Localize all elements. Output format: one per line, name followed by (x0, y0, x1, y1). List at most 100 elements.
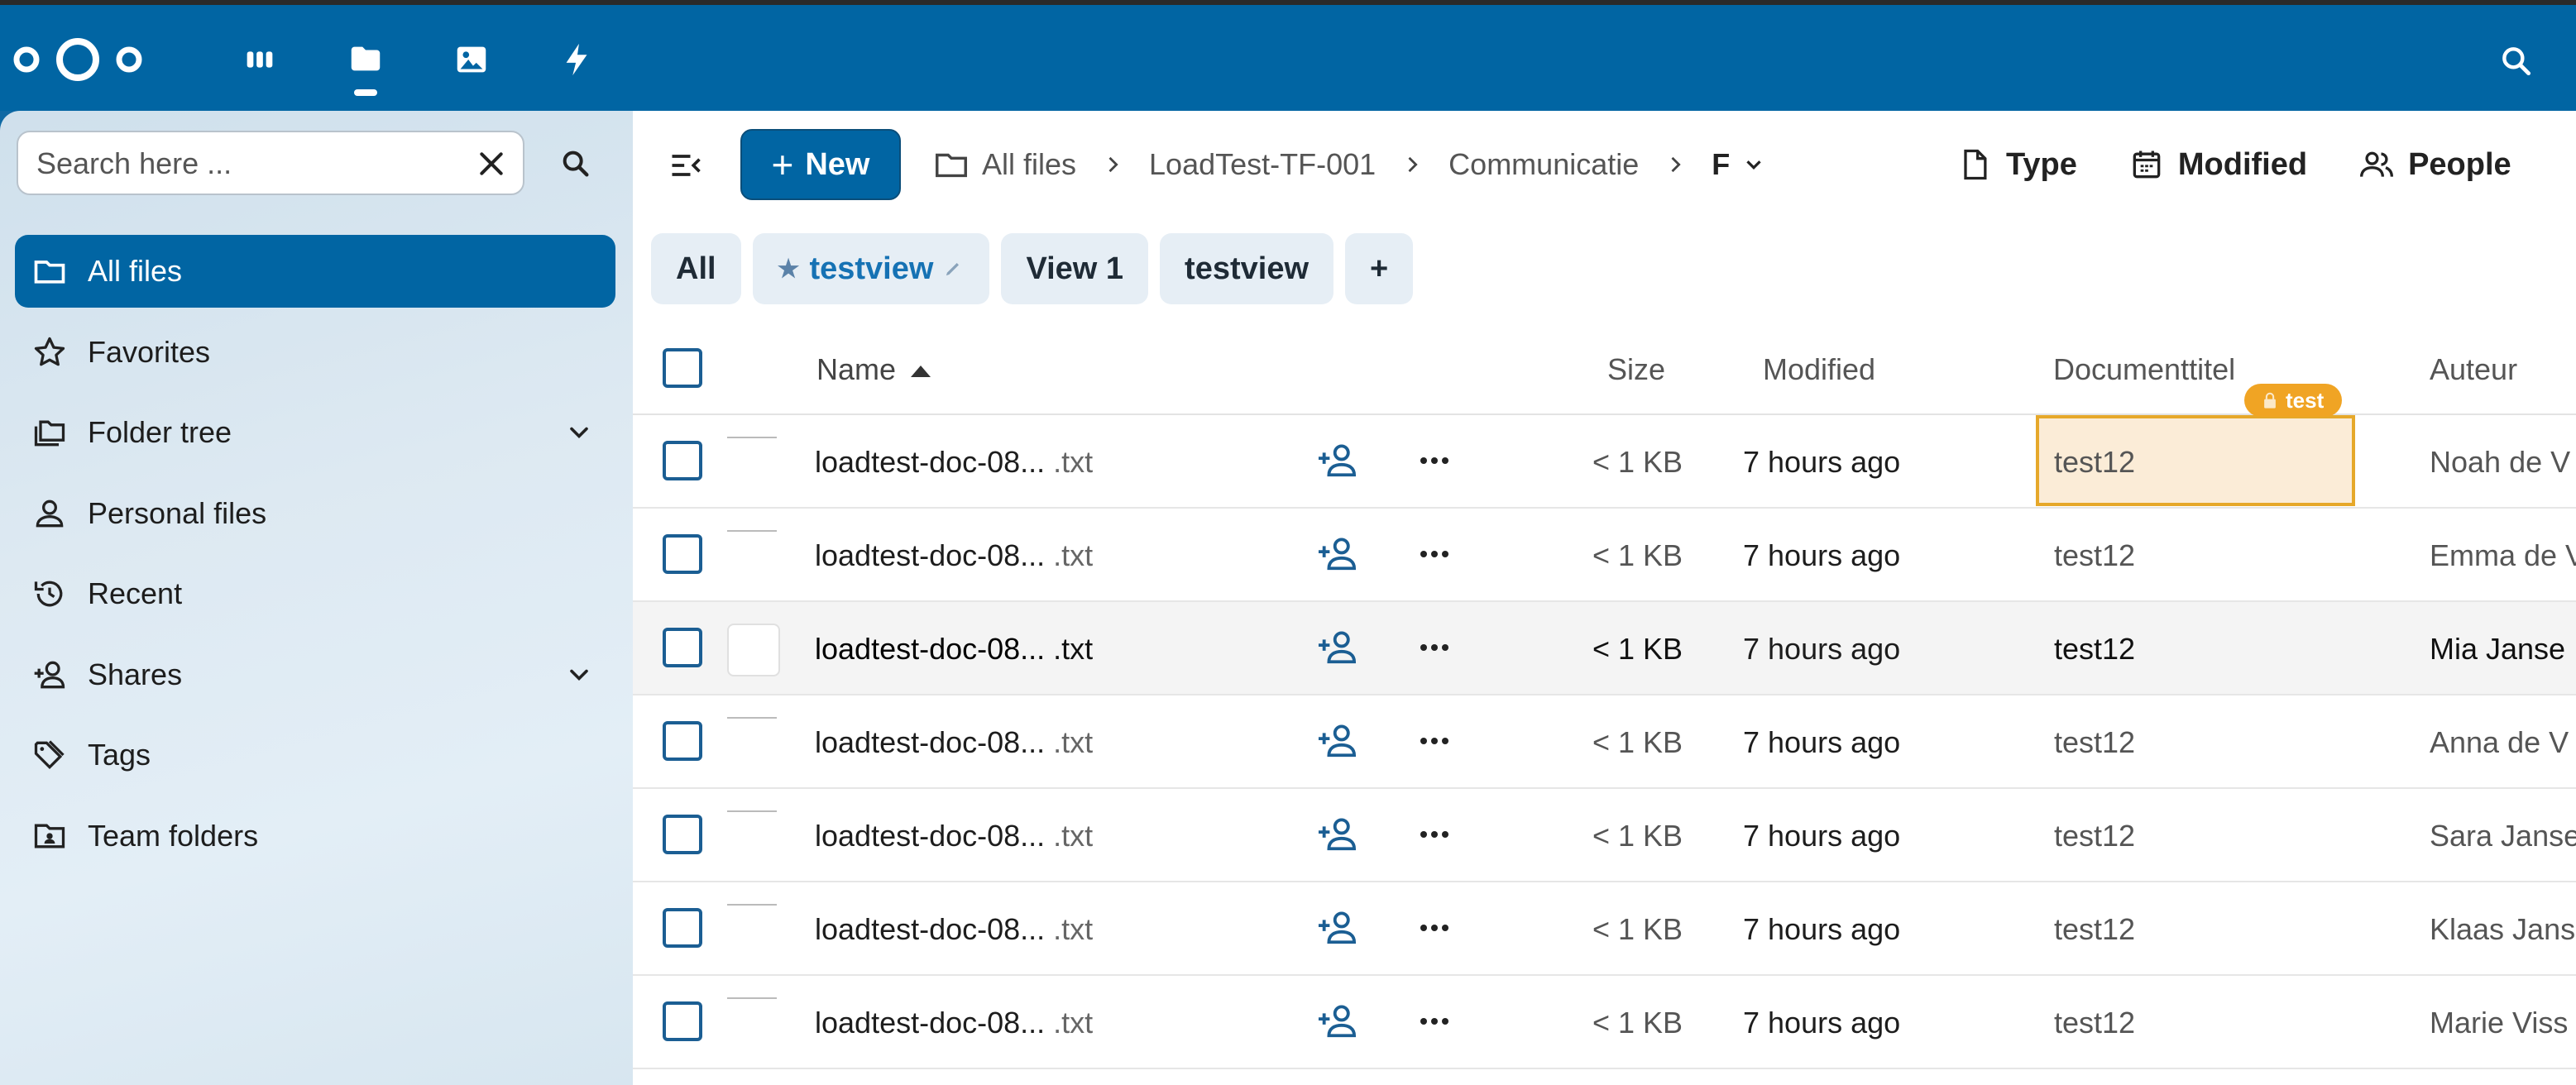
filter-people[interactable]: People (2358, 146, 2511, 183)
more-actions-icon[interactable] (1417, 542, 1452, 566)
file-basename: loadtest-doc-08... (815, 1006, 1046, 1040)
sidebar-item-favorites[interactable]: Favorites (15, 316, 615, 389)
breadcrumb-loadtest[interactable]: LoadTest-TF-001 (1149, 147, 1376, 182)
file-auteur: Anna de V (2430, 725, 2569, 759)
column-name[interactable]: Name (816, 352, 931, 387)
table-row[interactable]: loadtest-doc-08... .txt < 1 KB 7 hours a… (633, 882, 2576, 976)
new-button-label: New (805, 146, 870, 182)
file-name[interactable]: loadtest-doc-08... .txt (815, 445, 1093, 480)
share-icon[interactable] (1316, 629, 1357, 667)
more-actions-icon[interactable] (1417, 915, 1452, 940)
dashboard-app[interactable] (207, 30, 313, 89)
table-row[interactable]: loadtest-doc-08... .txt < 1 KB 7 hours a… (633, 602, 2576, 695)
sidebar-item-shares[interactable]: Shares (15, 638, 615, 711)
share-icon[interactable] (1316, 815, 1357, 853)
file-name[interactable]: loadtest-doc-08... .txt (815, 912, 1093, 947)
sidebar-item-all-files[interactable]: All files (15, 235, 615, 308)
table-row[interactable]: loadtest-doc-08... .txt < 1 KB 7 hours a… (633, 695, 2576, 789)
sidebar-item-recent[interactable]: Recent (15, 557, 615, 630)
more-actions-icon[interactable] (1417, 1009, 1452, 1034)
share-icon[interactable] (1316, 535, 1357, 573)
row-checkbox[interactable] (663, 815, 702, 854)
more-actions-icon[interactable] (1417, 729, 1452, 753)
table-row[interactable]: loadtest-doc-08... .txt < 1 KB 7 hours a… (633, 976, 2576, 1069)
sidebar-item-tags[interactable]: Tags (15, 719, 615, 791)
file-name[interactable]: loadtest-doc-08... .txt (815, 632, 1093, 667)
view-tab-all[interactable]: All (651, 233, 741, 304)
table-row[interactable]: loadtest-doc-08... .txt < 1 KB 7 hours a… (633, 509, 2576, 602)
view-tab-testview-starred[interactable]: ★ testview (752, 233, 990, 304)
more-actions-icon[interactable] (1417, 822, 1452, 847)
new-button[interactable]: + New (740, 129, 901, 200)
table-row[interactable]: test loadtest-doc-08... .txt < 1 KB 7 ho… (633, 384, 2576, 509)
file-name[interactable]: loadtest-doc-08... .txt (815, 819, 1093, 853)
view-tab-view-1[interactable]: View 1 (1001, 233, 1149, 304)
more-actions-icon[interactable] (1417, 635, 1452, 660)
file-extension: .txt (1045, 538, 1094, 572)
share-icon[interactable] (1316, 442, 1357, 480)
account-icon (36, 499, 64, 527)
files-app[interactable] (313, 30, 419, 96)
pencil-icon[interactable] (941, 257, 965, 280)
share-icon[interactable] (1316, 909, 1357, 947)
column-documenttitel[interactable]: Documenttitel (2053, 352, 2235, 387)
file-size: < 1 KB (1592, 1006, 1683, 1040)
row-checkbox[interactable] (663, 908, 702, 948)
sidebar-search-input[interactable] (35, 144, 452, 184)
nextcloud-logo[interactable] (12, 35, 144, 84)
toggle-sidebar-icon[interactable] (668, 147, 704, 184)
file-documenttitel[interactable]: test12 (2054, 1006, 2135, 1040)
file-modified: 7 hours ago (1743, 912, 1901, 946)
sidebar-item-folder-tree[interactable]: Folder tree (15, 396, 615, 469)
breadcrumb-communicatie[interactable]: Communicatie (1448, 147, 1639, 182)
file-documenttitel[interactable]: test12 (2054, 819, 2135, 853)
breadcrumb-all-files[interactable]: All files (982, 147, 1076, 182)
sidebar-search-box (17, 131, 524, 195)
sidebar-item-personal-files[interactable]: Personal files (15, 477, 615, 550)
close-icon[interactable] (475, 147, 508, 180)
sidebar-item-team-folders[interactable]: Team folders (15, 800, 615, 872)
file-name[interactable]: loadtest-doc-08... .txt (815, 1006, 1093, 1040)
row-checkbox[interactable] (663, 1001, 702, 1041)
file-documenttitel[interactable]: test12 (2054, 912, 2135, 947)
add-view-button[interactable]: + (1345, 233, 1414, 304)
row-checkbox[interactable] (663, 721, 702, 761)
activity-app[interactable] (524, 30, 630, 89)
share-icon[interactable] (1316, 1002, 1357, 1040)
sidebar-nav: All files Favorites Folder tree Personal… (15, 235, 615, 880)
file-documenttitel[interactable]: test12 (2054, 725, 2135, 760)
chevron-down-icon[interactable] (564, 418, 594, 447)
file-auteur: Emma de V (2430, 538, 2576, 572)
breadcrumb: All files LoadTest-TF-001 Communicatie F (932, 129, 1766, 200)
photos-app[interactable] (419, 30, 524, 89)
file-documenttitel[interactable]: test12 (2054, 538, 2135, 573)
column-modified[interactable]: Modified (1763, 352, 1875, 387)
filter-bar: Type Modified People (1956, 129, 2563, 200)
file-name[interactable]: loadtest-doc-08... .txt (815, 725, 1093, 760)
column-auteur[interactable]: Auteur (2430, 352, 2517, 387)
row-checkbox[interactable] (663, 534, 702, 574)
filter-modified[interactable]: Modified (2128, 146, 2307, 183)
search-icon[interactable] (559, 147, 592, 180)
more-actions-icon[interactable] (1417, 448, 1452, 473)
breadcrumb-current[interactable]: F (1712, 147, 1730, 182)
main-content: + New All files LoadTest-TF-001 Communic… (633, 111, 2576, 1085)
file-size: < 1 KB (1592, 632, 1683, 666)
search-icon[interactable] (2498, 43, 2535, 79)
chevron-down-icon[interactable] (1741, 152, 1766, 177)
filter-type[interactable]: Type (1956, 146, 2077, 183)
file-documenttitel[interactable]: test12 (2054, 632, 2135, 667)
sidebar-item-label: Team folders (88, 818, 259, 853)
file-size: < 1 KB (1592, 538, 1683, 572)
share-icon[interactable] (1316, 722, 1357, 760)
chevron-down-icon[interactable] (564, 660, 594, 690)
file-name[interactable]: loadtest-doc-08... .txt (815, 538, 1093, 573)
row-checkbox[interactable] (663, 441, 702, 480)
row-checkbox[interactable] (663, 628, 702, 667)
view-tab-testview[interactable]: testview (1160, 233, 1334, 304)
select-all-checkbox[interactable] (663, 348, 702, 388)
file-documenttitel[interactable]: test12 (2054, 445, 2135, 480)
table-row[interactable]: loadtest-doc-08... .txt < 1 KB 7 hours a… (633, 789, 2576, 882)
column-size[interactable]: Size (1607, 352, 1665, 387)
files-icon (351, 46, 381, 71)
